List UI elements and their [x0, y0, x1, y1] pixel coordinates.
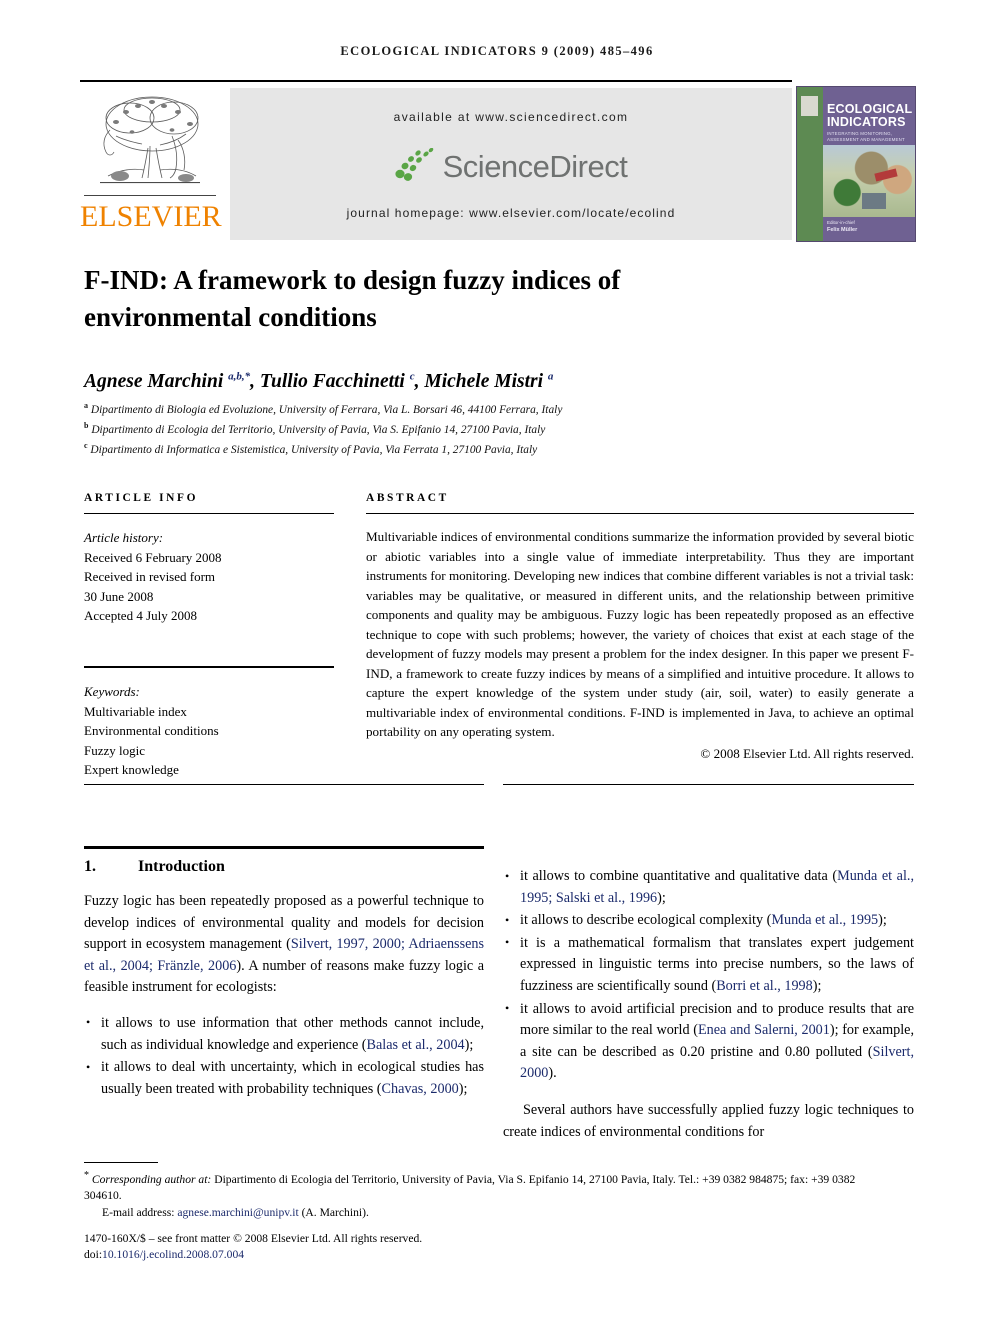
sciencedirect-logo[interactable]: ScienceDirect [230, 144, 792, 190]
sciencedirect-wordmark: ScienceDirect [442, 149, 628, 184]
sciencedirect-leaves-icon [395, 148, 433, 181]
list-item: it allows to deal with uncertainty, whic… [84, 1057, 484, 1100]
footnote-rule [84, 1162, 158, 1163]
journal-article-page: ECOLOGICAL INDICATORS 9 (2009) 485–496 E… [0, 0, 992, 1323]
affiliation-a: a Dipartimento di Biologia ed Evoluzione… [84, 398, 874, 418]
keyword-2: Environmental conditions [84, 723, 219, 739]
cover-title: ECOLOGICAL INDICATORS [827, 102, 913, 129]
keywords-label: Keywords: [84, 683, 140, 699]
author-list-text: Agnese Marchini a,b,*, Tullio Facchinett… [84, 370, 554, 392]
affiliations: a Dipartimento di Biologia ed Evoluzione… [84, 398, 874, 458]
abstract-text: Multivariable indices of environmental c… [366, 529, 914, 739]
keyword-1: Multivariable index [84, 703, 187, 719]
affiliation-c-text: Dipartimento di Informatica e Sistemisti… [90, 443, 538, 456]
section-heading-rule [84, 846, 484, 849]
keyword-3: Fuzzy logic [84, 742, 146, 758]
elsevier-logo-rule [84, 195, 216, 196]
elsevier-tree-icon [100, 96, 200, 184]
article-info-heading: ARTICLE INFO [84, 492, 199, 504]
section-number: 1. [84, 858, 96, 875]
history-line-4: Accepted 4 July 2008 [84, 608, 198, 624]
cover-photo-band [874, 168, 898, 182]
article-history-label: Article history: [84, 530, 164, 545]
copyright-line: © 2008 Elsevier Ltd. All rights reserved… [700, 745, 914, 761]
masthead-top-rule [80, 80, 792, 82]
list-item: it allows to use information that other … [84, 1012, 484, 1056]
list-item: it is a mathematical formalism that tran… [503, 932, 914, 998]
affiliation-b-text: Dipartimento di Ecologia del Territorio,… [91, 423, 546, 436]
cover-photo-box [862, 192, 887, 209]
section-title: Introduction [138, 858, 225, 875]
history-line-1: Received 6 February 2008 [84, 549, 222, 565]
intro-bullet-list-right: it allows to combine quantitative and qu… [503, 865, 914, 1085]
doi-value[interactable]: 10.1016/j.ecolind.2008.07.004 [102, 1248, 244, 1261]
email-note[interactable]: E-mail address: agnese.marchini@unipv.it… [84, 1205, 884, 1222]
doi-label: doi: [84, 1248, 103, 1262]
affiliation-c: c Dipartimento di Informatica e Sistemis… [84, 438, 874, 458]
cover-subtitle: INTEGRATING MONITORING, ASSESSMENT AND M… [827, 131, 905, 142]
cover-photo [823, 145, 915, 217]
abstract-rule [366, 513, 914, 514]
list-item: it allows to avoid artificial precision … [503, 998, 914, 1085]
elsevier-logo: ELSEVIER [80, 88, 222, 238]
list-item: it allows to combine quantitative and qu… [503, 865, 914, 909]
page-footer: * Corresponding author at: Dipartimento … [84, 1168, 884, 1264]
article-info-rule [84, 513, 334, 514]
elsevier-wordmark: ELSEVIER [80, 200, 222, 233]
cover-editor-name: Felix Müller [827, 226, 858, 233]
issn-line: 1470-160X/$ – see front matter © 2008 El… [84, 1231, 423, 1245]
body-rule-right [503, 784, 914, 785]
keywords-block: Keywords: Multivariable index Environmen… [84, 682, 334, 780]
cover-elsevier-mark [801, 96, 818, 116]
article-info-block: ARTICLE INFO Article history: Received 6… [84, 492, 334, 780]
abstract-heading: ABSTRACT [366, 492, 449, 504]
history-line-2: Received in revised form [84, 569, 216, 585]
history-line-3: 30 June 2008 [84, 588, 154, 604]
masthead: ELSEVIER available at www.sciencedirect.… [80, 80, 916, 242]
section-heading: 1. Introduction [84, 858, 484, 876]
body-column-left: 1. Introduction Fuzzy logic has been repe… [84, 852, 484, 1101]
cover-editor-block: Editor-in-chief Felix Müller [827, 220, 913, 233]
available-at-text: available at www.sciencedirect.com [393, 110, 629, 124]
closing-paragraph: Several authors have successfully applie… [503, 1101, 914, 1140]
article-history: Article history: Received 6 February 200… [84, 528, 334, 626]
corresponding-author-note: * Corresponding author at: Dipartimento … [84, 1170, 856, 1203]
journal-cover-image: ECOLOGICAL INDICATORS INTEGRATING MONITO… [796, 86, 916, 242]
intro-bullet-list-left: it allows to use information that other … [84, 1012, 484, 1100]
running-head: ECOLOGICAL INDICATORS 9 (2009) 485–496 [340, 44, 654, 58]
intro-paragraph: Fuzzy logic has been repeatedly proposed… [84, 893, 484, 996]
affiliation-mark-a: a [84, 401, 88, 410]
abstract-block: ABSTRACT Multivariable indices of enviro… [366, 492, 914, 762]
affiliation-mark-b: b [84, 421, 89, 430]
affiliation-b: b Dipartimento di Ecologia del Territori… [84, 418, 874, 438]
keywords-rule [84, 665, 334, 668]
affiliation-mark-c: c [84, 441, 88, 450]
body-column-right: it allows to combine quantitative and qu… [503, 852, 914, 1143]
sciencedirect-banner: available at www.sciencedirect.com Scien… [230, 88, 792, 240]
keyword-4: Expert knowledge [84, 762, 179, 778]
doi-line[interactable]: doi:10.1016/j.ecolind.2008.07.004 [84, 1247, 884, 1264]
list-item: it allows to describe ecological complex… [503, 910, 914, 932]
journal-homepage-text[interactable]: journal homepage: www.elsevier.com/locat… [230, 206, 792, 220]
affiliation-a-text: Dipartimento di Biologia ed Evoluzione, … [90, 403, 563, 416]
author-list: Agnese Marchini a,b,*, Tullio Facchinett… [84, 370, 844, 393]
body-rule-left [84, 784, 484, 785]
page-title: F-IND: A framework to design fuzzy indic… [84, 265, 621, 332]
